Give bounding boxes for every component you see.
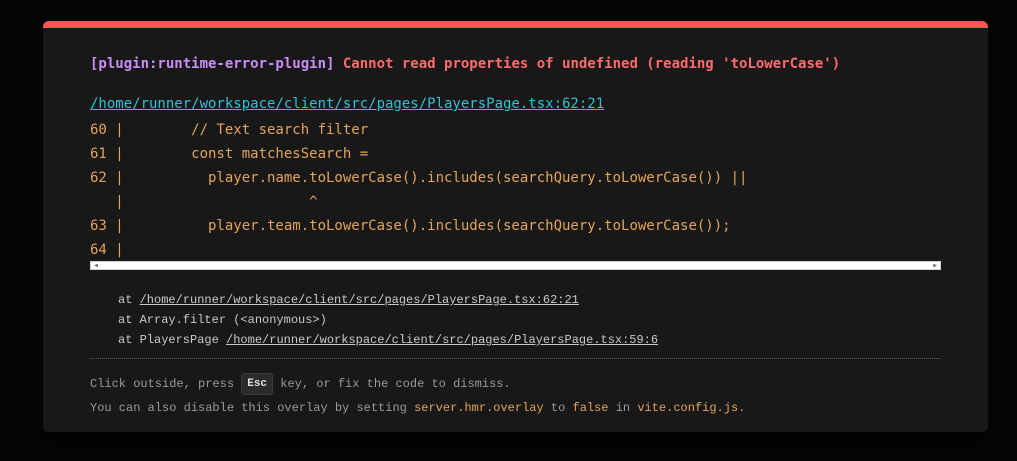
code-line: 62 | player.name.toLowerCase().includes(… [90,170,748,186]
plugin-name: [plugin:runtime-error-plugin] [90,56,335,72]
code-frame: 60 | // Text search filter 61 | const ma… [90,118,941,270]
stack-trace: at /home/runner/workspace/client/src/pag… [118,290,658,350]
error-overlay: [plugin:runtime-error-plugin] Cannot rea… [43,21,988,432]
stack-prefix: at [118,293,140,307]
scroll-left-icon[interactable]: ◀ [92,262,100,269]
scroll-right-icon[interactable]: ▶ [931,262,939,269]
tip-text: . [738,401,746,415]
dismiss-tip: Click outside, press Esc key, or fix the… [90,373,511,395]
config-file: vite.config.js [637,401,739,415]
config-tip: You can also disable this overlay by set… [90,398,745,418]
code-line-caret: | ^ [90,194,318,210]
error-text: Cannot read properties of undefined (rea… [342,56,841,72]
error-message: [plugin:runtime-error-plugin] Cannot rea… [90,56,840,72]
config-key: server.hmr.overlay [414,401,544,415]
tip-text: to [543,401,573,415]
tip-text: You can also disable this overlay by set… [90,401,415,415]
config-value: false [572,401,609,415]
stack-prefix: at PlayersPage [118,333,227,347]
tip-text: in [608,401,638,415]
stack-file-link[interactable]: /home/runner/workspace/client/src/pages/… [140,293,579,307]
stack-file-link[interactable]: /home/runner/workspace/client/src/pages/… [226,333,658,347]
stack-line: at PlayersPage /home/runner/workspace/cl… [118,330,658,350]
tip-text: Click outside, press [90,377,242,392]
divider [90,358,941,359]
stack-line: at Array.filter (<anonymous>) [118,313,327,327]
code-line: 63 | player.team.toLowerCase().includes(… [90,218,731,234]
code-line: 61 | const matchesSearch = [90,146,369,162]
tip-text: key, or fix the code to dismiss. [273,377,511,392]
file-link[interactable]: /home/runner/workspace/client/src/pages/… [90,96,604,112]
code-line: 60 | // Text search filter [90,122,369,138]
code-line: 64 | [90,242,124,258]
horizontal-scrollbar[interactable]: ◀ ▶ [90,261,941,270]
esc-key: Esc [241,373,274,395]
stack-line: at /home/runner/workspace/client/src/pag… [118,290,658,310]
